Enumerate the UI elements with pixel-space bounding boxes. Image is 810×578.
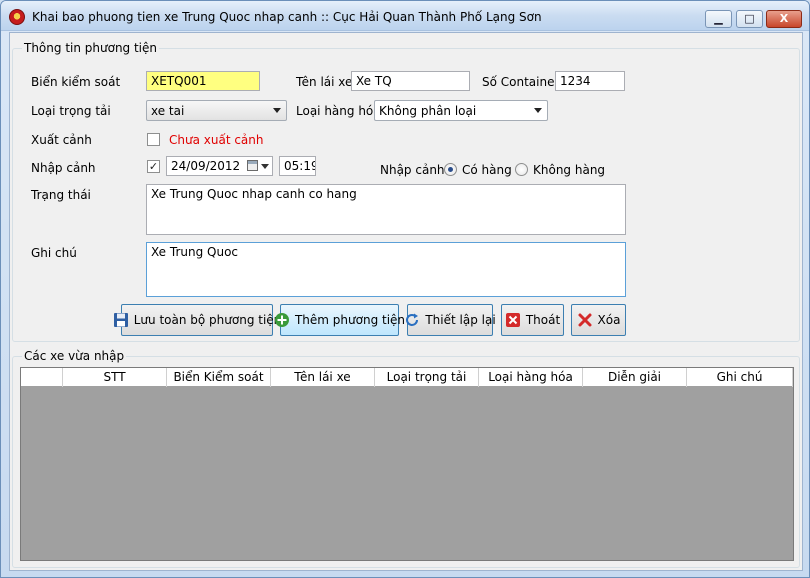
plate-field[interactable]: XETQ001 [146, 71, 260, 91]
recent-vehicles-grid[interactable]: STT Biển Kiểm soát Tên lái xe Loại trọng… [20, 367, 794, 561]
chevron-down-icon [534, 108, 542, 113]
delete-button[interactable]: Xóa [571, 304, 626, 336]
grid-header-note[interactable]: Ghi chú [687, 368, 793, 387]
reset-label: Thiết lập lại [425, 313, 496, 327]
entry-date-value: 24/09/2012 [171, 159, 241, 173]
grid-header-row: STT Biển Kiểm soát Tên lái xe Loại trọng… [21, 368, 793, 387]
calendar-icon[interactable] [247, 160, 258, 171]
driver-label: Tên lái xe [296, 75, 353, 89]
status-textarea[interactable]: Xe Trung Quoc nhap canh co hang [146, 184, 626, 235]
vehicle-info-group-title: Thông tin phương tiện [22, 41, 160, 55]
grid-header-rowselector[interactable] [21, 368, 63, 387]
grid-header-cargo-type[interactable]: Loại hàng hóa [479, 368, 583, 387]
grid-header-driver[interactable]: Tên lái xe [271, 368, 375, 387]
grid-header-description[interactable]: Diễn giải [583, 368, 687, 387]
close-button[interactable]: X [766, 10, 802, 28]
container-label: Số Container [482, 75, 560, 89]
save-all-button[interactable]: Lưu toàn bộ phương tiện [113, 304, 281, 336]
title-bar[interactable]: Khai bao phuong tien xe Trung Quoc nhap … [1, 1, 809, 31]
exit-label: Xuất cảnh [31, 133, 92, 147]
window-title: Khai bao phuong tien xe Trung Quoc nhap … [32, 10, 542, 24]
chevron-down-icon [273, 108, 281, 113]
container-field[interactable]: 1234 [555, 71, 625, 91]
plate-label: Biển kiểm soát [31, 75, 121, 89]
cargo-type-value: Không phân loại [379, 104, 477, 118]
entry-checkbox[interactable]: ✓ [147, 160, 160, 173]
add-vehicle-label: Thêm phương tiện [294, 313, 406, 327]
close-x-icon [505, 312, 521, 328]
note-label: Ghi chú [31, 246, 77, 260]
grid-header-stt[interactable]: STT [63, 368, 167, 387]
no-cargo-label[interactable]: Không hàng [533, 163, 605, 177]
driver-field[interactable]: Xe TQ [351, 71, 470, 91]
with-cargo-label[interactable]: Có hàng [462, 163, 512, 177]
main-window: Khai bao phuong tien xe Trung Quoc nhap … [0, 0, 810, 578]
save-all-label: Lưu toàn bộ phương tiện [133, 313, 282, 327]
save-disk-icon [113, 312, 129, 328]
note-textarea[interactable]: Xe Trung Quoc [146, 242, 626, 297]
minimize-button[interactable]: ▁ [705, 10, 732, 28]
exit-checkbox[interactable] [147, 133, 160, 146]
add-vehicle-button[interactable]: Thêm phương tiện [274, 304, 405, 336]
load-type-value: xe tai [151, 104, 185, 118]
load-type-label: Loại trọng tải [31, 104, 111, 118]
maximize-button[interactable]: □ [736, 10, 763, 28]
grid-header-load-type[interactable]: Loại trọng tải [375, 368, 479, 387]
entry-time-field[interactable]: 05:19 [279, 156, 316, 176]
refresh-icon [404, 312, 420, 328]
no-cargo-radio[interactable] [515, 163, 528, 176]
recent-vehicles-group-title: Các xe vừa nhập [22, 349, 127, 363]
entry-date-picker[interactable]: 24/09/2012 [166, 156, 273, 176]
cargo-type-select[interactable]: Không phân loại [374, 100, 548, 121]
status-label: Trạng thái [31, 188, 91, 202]
entry-label: Nhập cảnh [31, 161, 96, 175]
form-client-area: Thông tin phương tiện Biển kiểm soát XET… [9, 32, 803, 571]
with-cargo-radio[interactable] [444, 163, 457, 176]
load-type-select[interactable]: xe tai [146, 100, 287, 121]
delete-x-icon [577, 312, 593, 328]
delete-label: Xóa [597, 313, 621, 327]
entry-mode-label: Nhập cảnh [380, 163, 445, 177]
grid-header-plate[interactable]: Biển Kiểm soát [167, 368, 271, 387]
chevron-down-icon[interactable] [261, 164, 269, 169]
app-logo-icon [9, 9, 25, 25]
reset-button[interactable]: Thiết lập lại [404, 304, 496, 336]
exit-status-text: Chưa xuất cảnh [169, 133, 264, 147]
exit-button[interactable]: Thoát [501, 304, 564, 336]
exit-button-label: Thoát [525, 313, 561, 327]
add-plus-icon [274, 312, 290, 328]
cargo-type-label: Loại hàng hóa [296, 104, 381, 118]
